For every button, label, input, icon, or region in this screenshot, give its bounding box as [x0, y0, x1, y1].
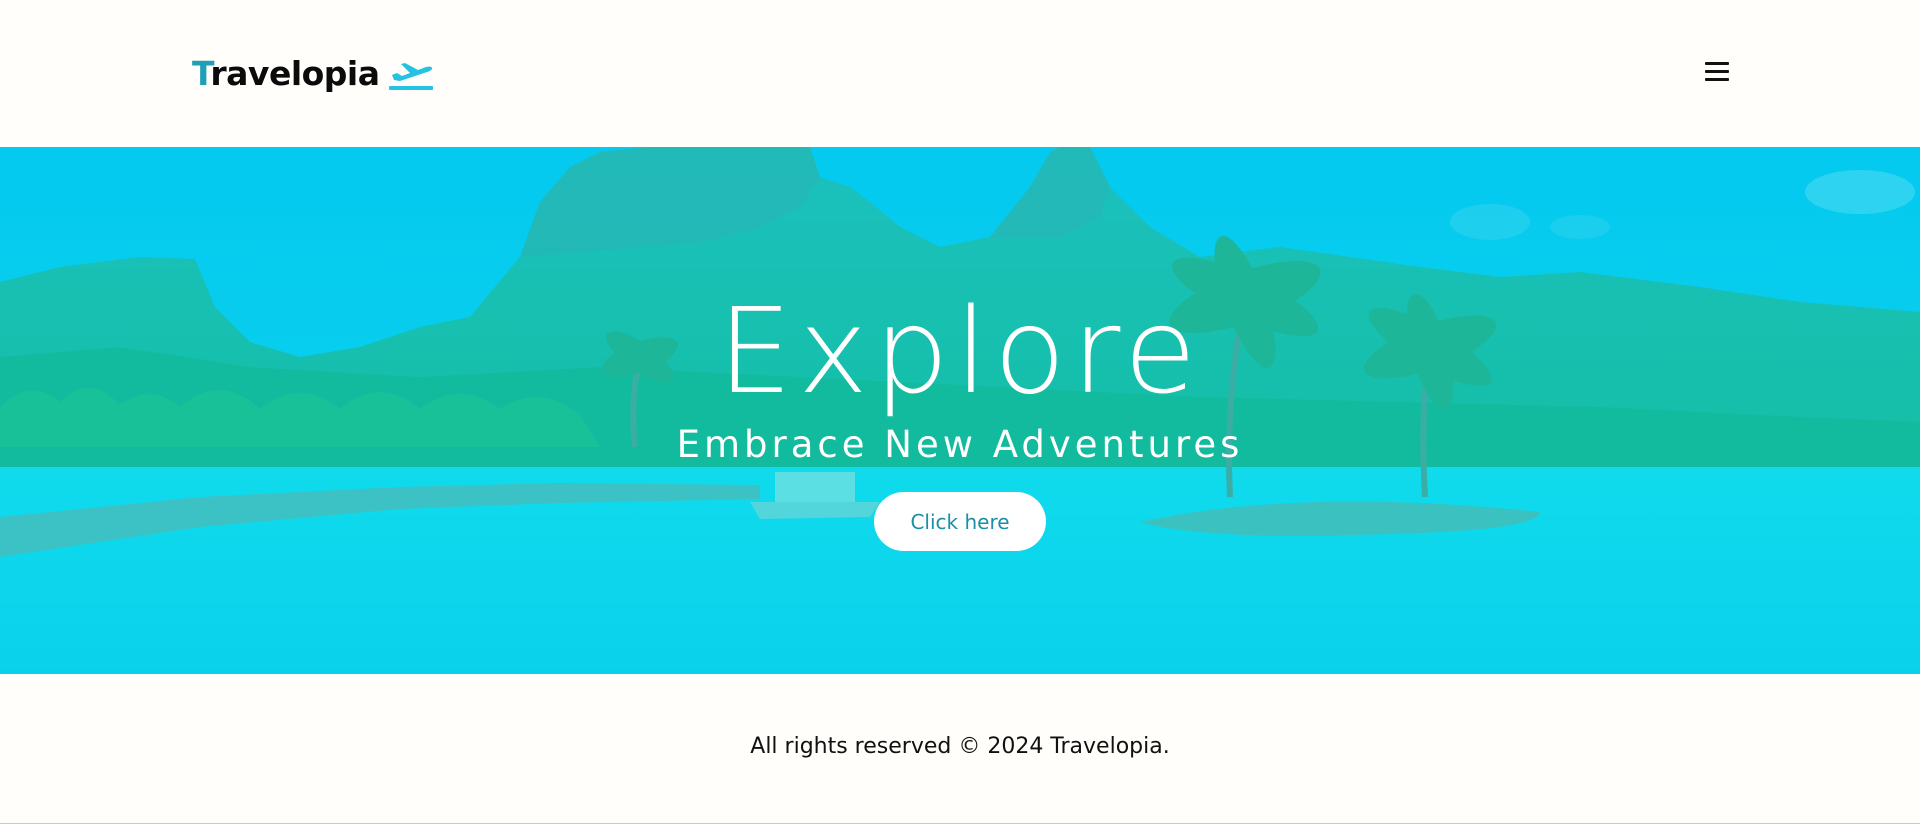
hamburger-menu-button[interactable]: [1700, 54, 1734, 88]
copyright-text: All rights reserved © 2024 Travelopia.: [750, 734, 1170, 759]
site-footer: All rights reserved © 2024 Travelopia.: [0, 674, 1920, 824]
hero-title: Explore: [717, 282, 1203, 420]
site-header: Travelopia: [0, 0, 1920, 147]
airplane-icon: [388, 63, 433, 90]
brand-logo[interactable]: Travelopia: [192, 52, 434, 96]
hero-subtitle: Embrace New Adventures: [676, 423, 1244, 466]
hamburger-menu-icon: [1705, 62, 1729, 81]
brand-first-letter: T: [192, 54, 211, 93]
hero-banner: Explore Embrace New Adventures Click her…: [0, 147, 1920, 674]
brand-name: Travelopia: [192, 52, 380, 96]
click-here-button[interactable]: Click here: [874, 492, 1046, 551]
brand-name-rest: ravelopia: [210, 54, 380, 93]
